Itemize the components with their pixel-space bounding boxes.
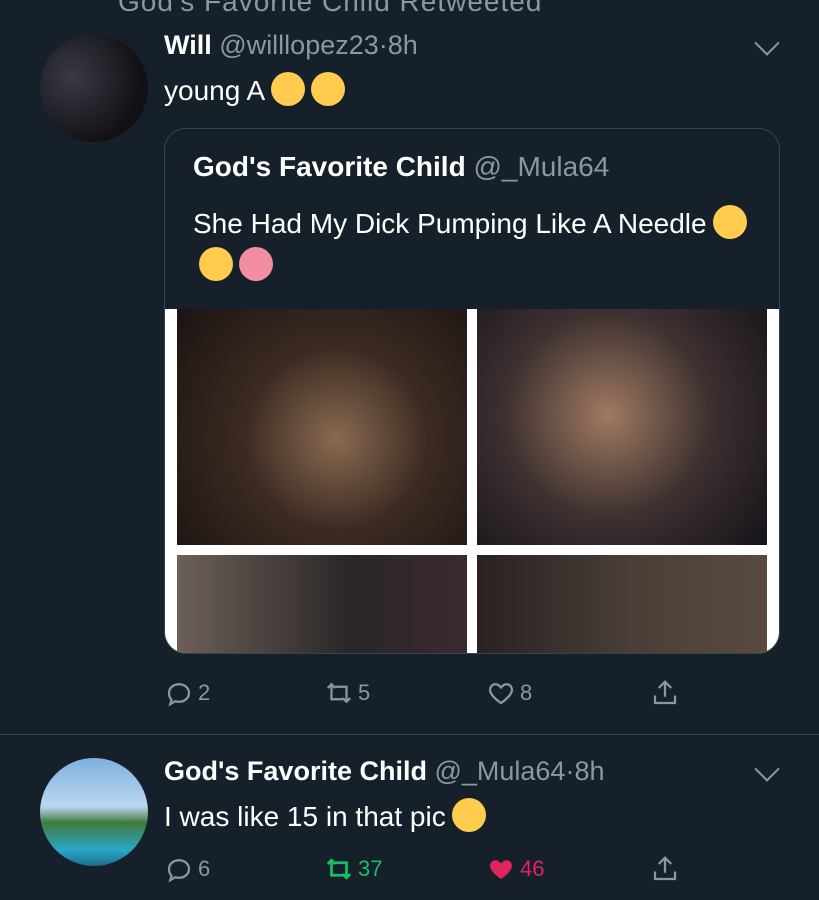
retweet-count: 37	[358, 856, 383, 881]
heart-eyes-emoji	[712, 205, 747, 239]
reply-button[interactable]: 2	[164, 678, 210, 708]
tweet-header: God's Favorite Child @_Mula64·8h	[164, 756, 605, 787]
divider	[0, 734, 819, 735]
rolling-laughing-emoji	[271, 72, 306, 106]
quoted-header: God's Favorite Child @_Mula64	[193, 151, 609, 183]
retweet-icon	[326, 682, 352, 704]
retweet-context-text: God's Favorite Child Retweeted	[118, 0, 542, 14]
retweet-button[interactable]: 37	[324, 854, 382, 884]
tweet-header: Will @willlopez23·8h	[164, 30, 418, 61]
retweet-icon	[326, 858, 352, 880]
tweet-actions: 6 37 46	[0, 854, 819, 894]
chevron-down-icon[interactable]	[754, 756, 780, 782]
like-button[interactable]: 8	[486, 678, 532, 708]
share-button[interactable]	[650, 678, 684, 708]
retweet-button[interactable]: 5	[324, 678, 370, 708]
heart-icon	[488, 683, 514, 705]
tweet-actions: 2 5 8	[0, 678, 819, 718]
username[interactable]: @_Mula64	[434, 756, 565, 786]
sweat-smile-emoji	[451, 798, 486, 832]
like-count: 46	[520, 856, 545, 881]
chevron-down-icon[interactable]	[754, 30, 780, 56]
quoted-text: She Had My Dick Pumping Like A Needle	[193, 203, 753, 287]
photo[interactable]	[477, 309, 767, 545]
timestamp[interactable]: 8h	[388, 30, 418, 60]
avatar[interactable]	[40, 34, 148, 142]
quoted-username: @_Mula64	[473, 151, 610, 182]
reply-icon	[167, 859, 191, 883]
share-icon	[653, 680, 677, 705]
separator: ·	[378, 30, 388, 60]
timestamp[interactable]: 8h	[574, 756, 604, 786]
quoted-display-name: God's Favorite Child	[193, 151, 466, 182]
photo[interactable]	[177, 309, 467, 545]
tweet-text: I was like 15 in that pic	[164, 798, 486, 833]
display-name[interactable]: Will	[164, 30, 212, 60]
photo[interactable]	[477, 555, 767, 653]
retweet-count: 5	[358, 680, 371, 705]
tweet-body: I was like 15 in that pic	[164, 801, 446, 832]
photo-grid	[165, 309, 779, 653]
reply-count: 6	[198, 856, 211, 881]
avatar[interactable]	[40, 758, 148, 866]
retweet-context: God's Favorite Child Retweeted	[0, 0, 819, 14]
tweet-body: young A	[164, 75, 266, 106]
photo[interactable]	[177, 555, 467, 653]
quoted-body: She Had My Dick Pumping Like A Needle	[193, 208, 707, 239]
rolling-laughing-emoji	[311, 72, 346, 106]
share-button[interactable]	[650, 854, 684, 884]
tweet-text: young A	[164, 72, 346, 107]
like-button[interactable]: 46	[486, 854, 544, 884]
reply-count: 2	[198, 680, 211, 705]
share-icon	[653, 856, 677, 881]
reply-icon	[167, 683, 191, 707]
quoted-tweet[interactable]: God's Favorite Child @_Mula64 She Had My…	[164, 128, 780, 654]
reply-button[interactable]: 6	[164, 854, 210, 884]
kissing-heart-emoji	[199, 247, 233, 281]
like-count: 8	[520, 680, 533, 705]
tongue-emoji	[239, 247, 273, 281]
heart-icon	[490, 860, 512, 879]
username[interactable]: @willlopez23	[219, 30, 378, 60]
display-name[interactable]: God's Favorite Child	[164, 756, 427, 786]
